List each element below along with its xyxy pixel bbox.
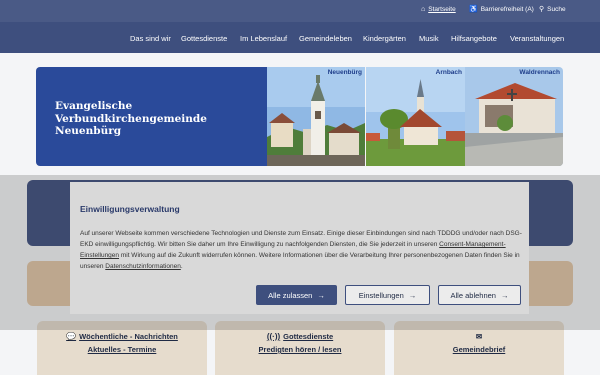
card-gottesdienste-line1: ((·)) Gottesdienste — [266, 332, 334, 341]
card-gottesdienste-line2: Predigten hören / lesen — [258, 345, 342, 354]
banner-title: Evangelische Verbundkirchengemeinde Neue… — [55, 100, 207, 137]
nav-kindergaerten[interactable]: Kindergärten — [363, 34, 406, 43]
label-neuenbuerg: Neuenbürg — [327, 69, 362, 76]
main-nav: Das sind wir Gottesdienste Im Lebenslauf… — [0, 22, 600, 53]
reject-all-button[interactable]: Alle ablehnen → — [438, 285, 521, 305]
start-link[interactable]: ⌂ Startseite — [421, 6, 456, 13]
nav-hilfsangebote[interactable]: Hilfsangebote — [451, 34, 497, 43]
accessibility-icon: ♿ — [469, 6, 478, 13]
card-nachrichten-line1: 💬 Wöchentliche - Nachrichten — [66, 332, 178, 341]
card-nachrichten-line2: Aktuelles - Termine — [87, 345, 157, 354]
arrow-right-icon: → — [500, 290, 509, 300]
chat-icon: 💬 — [66, 332, 77, 341]
nav-musik[interactable]: Musik — [419, 34, 439, 43]
accept-all-button[interactable]: Alle zulassen → — [256, 285, 337, 305]
banner-title-panel: Evangelische Verbundkirchengemeinde Neue… — [36, 67, 267, 166]
card-gemeindebrief-label: Gemeindebrief — [452, 345, 506, 354]
arrow-right-icon: → — [317, 290, 325, 300]
nav-das-sind-wir[interactable]: Das sind wir — [130, 34, 171, 43]
consent-text: Auf unserer Webseite kommen verschiedene… — [80, 230, 522, 270]
broadcast-icon: ((·)) — [266, 332, 281, 341]
nav-im-lebenslauf[interactable]: Im Lebenslauf — [240, 34, 287, 43]
nav-gottesdienste[interactable]: Gottesdienste — [181, 34, 227, 43]
privacy-link[interactable]: Datenschutzinformationen — [105, 263, 181, 270]
consent-dialog: Einwilligungsverwaltung Auf unserer Webs… — [70, 182, 529, 314]
photo-neuenbuerg: Neuenbürg — [267, 67, 365, 166]
consent-title: Einwilligungsverwaltung — [80, 204, 180, 214]
label-arnbach: Arnbach — [435, 69, 462, 76]
search-link[interactable]: ⚲ Suche — [539, 6, 566, 13]
label-waldrennach: Waldrennach — [519, 69, 560, 76]
photo-waldrennach: Waldrennach — [465, 67, 563, 166]
accessibility-link[interactable]: ♿ Barrierefreiheit (A) — [469, 6, 534, 13]
header-banner[interactable]: Evangelische Verbundkirchengemeinde Neue… — [36, 67, 563, 166]
nav-gemeindeleben[interactable]: Gemeindeleben — [299, 34, 352, 43]
settings-button[interactable]: Einstellungen → — [345, 285, 430, 305]
nav-veranstaltungen[interactable]: Veranstaltungen — [510, 34, 564, 43]
arrow-right-icon: → — [408, 290, 417, 300]
utility-bar: ⌂ Startseite ♿ Barrierefreiheit (A) ⚲ Su… — [0, 0, 600, 22]
home-icon: ⌂ — [421, 6, 426, 13]
search-icon: ⚲ — [539, 6, 545, 13]
photo-arnbach: Arnbach — [366, 67, 465, 166]
envelope-icon: ✉ — [475, 332, 483, 341]
